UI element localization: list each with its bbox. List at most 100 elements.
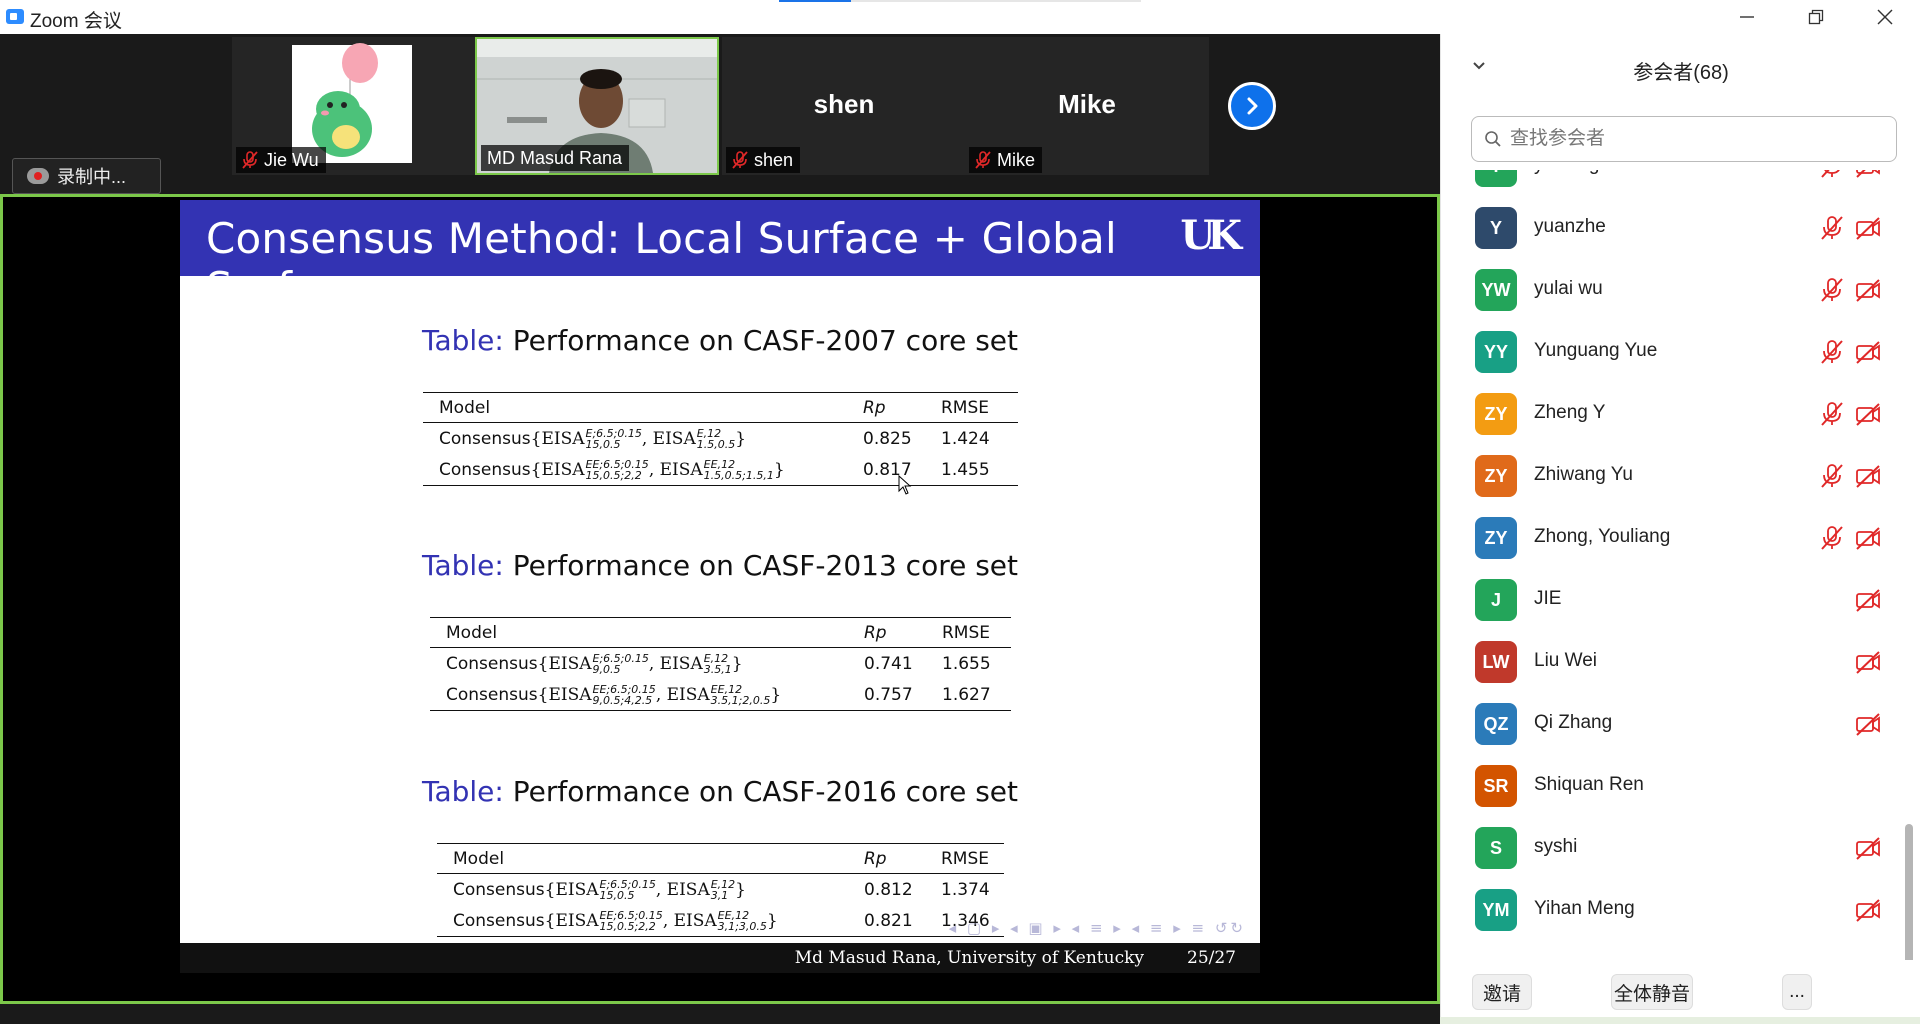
- participant-row[interactable]: J JIE: [1441, 568, 1911, 630]
- participant-name: JIE: [1534, 588, 1562, 609]
- video-tile[interactable]: Jie Wu: [232, 37, 476, 175]
- video-off-icon[interactable]: [1855, 215, 1881, 241]
- participant-search-box[interactable]: [1471, 116, 1897, 162]
- participant-name: Jie Wu: [264, 150, 319, 170]
- participant-row[interactable]: LW Liu Wei: [1441, 630, 1911, 692]
- more-options-button[interactable]: ...: [1782, 974, 1812, 1010]
- participant-name: Zhong, Youliang: [1534, 526, 1671, 547]
- participant-row[interactable]: ZY Zhong, Youliang: [1441, 506, 1911, 568]
- video-off-icon[interactable]: [1855, 835, 1881, 861]
- model-superscript: EE;6.5;0.15: [599, 908, 663, 922]
- loading-progress-bar: [779, 0, 1141, 2]
- video-off-icon[interactable]: [1855, 587, 1881, 613]
- table-caption-prefix: Table:: [421, 549, 504, 582]
- scrollbar-thumb[interactable]: [1905, 824, 1913, 969]
- header-model: Model: [453, 848, 505, 869]
- invite-button[interactable]: 邀请: [1472, 974, 1532, 1010]
- model-superscript: EE,12: [717, 908, 750, 922]
- participant-row[interactable]: Ssyshi: [1441, 816, 1911, 878]
- mic-muted-icon[interactable]: [1819, 277, 1845, 303]
- participant-row[interactable]: YY Yunguang Yue: [1441, 320, 1911, 382]
- participants-panel-header: 参会者(68): [1441, 34, 1920, 102]
- cloud-recording-icon: [27, 168, 49, 184]
- participant-row[interactable]: YW yulai wu: [1441, 258, 1911, 320]
- header-rp: Rp: [864, 622, 887, 643]
- video-off-icon[interactable]: [1855, 339, 1881, 365]
- mic-muted-icon[interactable]: [1819, 215, 1845, 241]
- model-superscript: E,12: [710, 877, 736, 891]
- mic-muted-icon: [732, 151, 748, 169]
- participant-search-input[interactable]: [1510, 128, 1880, 150]
- participant-row[interactable]: Yyuanzhe: [1441, 196, 1911, 258]
- avatar: LW: [1475, 641, 1517, 683]
- university-logo: UK: [1180, 212, 1242, 259]
- participant-name-label: Jie Wu: [236, 147, 326, 173]
- video-off-icon[interactable]: [1855, 897, 1881, 923]
- model-subscript: 3,1: [710, 888, 729, 902]
- table-header-row: Model Rp RMSE: [437, 844, 1004, 874]
- model-subscript: 15,0.5: [599, 888, 635, 902]
- rmse-value: 1.455: [941, 459, 990, 480]
- participant-row[interactable]: ZY Zhiwang Yu: [1441, 444, 1911, 506]
- video-off-icon[interactable]: [1855, 170, 1881, 179]
- video-off-icon[interactable]: [1855, 649, 1881, 675]
- next-page-button[interactable]: [1228, 82, 1276, 130]
- header-rmse: RMSE: [942, 622, 991, 643]
- model-superscript: EE;6.5;0.15: [585, 457, 649, 471]
- participants-scrollbar[interactable]: [1905, 184, 1915, 969]
- close-window-button[interactable]: [1850, 0, 1920, 34]
- model-name: Consensus: [439, 428, 531, 449]
- video-tile[interactable]: shen shen: [722, 37, 966, 175]
- chevron-right-icon: [1247, 97, 1258, 115]
- participant-row[interactable]: SR Shiquan Ren: [1441, 754, 1911, 816]
- participant-row[interactable]: YM Yihan Meng: [1441, 878, 1911, 940]
- beamer-navigation-symbols: ◂ ▢ ▸ ◂ ▣ ▸ ◂ ≡ ▸ ◂ ≡ ▸ ≡ ↺↻: [948, 919, 1246, 937]
- participant-name: yulai wu: [1534, 278, 1603, 299]
- table-row: Consensus{EISA E;6.5;0.15 15,0.5, EISA E,12…: [437, 874, 1004, 905]
- avatar: YW: [1475, 269, 1517, 311]
- model-superscript: EE,12: [703, 457, 736, 471]
- recording-indicator[interactable]: 录制中...: [12, 158, 161, 194]
- rp-value: 0.821: [864, 910, 913, 931]
- recording-label: 录制中...: [57, 167, 127, 187]
- participant-name: Yihan Meng: [1534, 898, 1635, 919]
- model-subscript: 3.5,1: [703, 662, 732, 676]
- header-model: Model: [439, 397, 491, 418]
- table-caption-text: Performance on CASF-2016 core set: [503, 775, 1019, 808]
- mic-muted-icon[interactable]: [1819, 401, 1845, 427]
- model-name: Consensus: [446, 684, 538, 705]
- mic-muted-icon[interactable]: [1819, 170, 1845, 179]
- participant-display-name: Mike: [1058, 89, 1116, 119]
- mic-muted-icon[interactable]: [1819, 525, 1845, 551]
- participant-row[interactable]: Yyisheng: [1441, 170, 1911, 196]
- avatar: Y: [1475, 207, 1517, 249]
- restore-button[interactable]: [1781, 0, 1851, 34]
- video-off-icon[interactable]: [1855, 277, 1881, 303]
- video-off-icon[interactable]: [1855, 463, 1881, 489]
- video-tile[interactable]: Mike Mike: [965, 37, 1209, 175]
- mic-muted-icon[interactable]: [1819, 463, 1845, 489]
- rmse-value: 1.374: [941, 879, 990, 900]
- participant-name: Zhiwang Yu: [1534, 464, 1633, 485]
- participant-name: Shiquan Ren: [1534, 774, 1644, 795]
- rmse-value: 1.424: [941, 428, 990, 449]
- participant-row[interactable]: QZ Qi Zhang: [1441, 692, 1911, 754]
- participant-name: Mike: [997, 150, 1036, 170]
- participant-name: MD Masud Rana: [487, 148, 623, 168]
- bottom-edge-strip: [1440, 1017, 1920, 1024]
- model-name: Consensus: [446, 653, 538, 674]
- video-tile-active-speaker[interactable]: MD Masud Rana: [475, 37, 719, 175]
- video-off-icon[interactable]: [1855, 525, 1881, 551]
- minimize-button[interactable]: [1712, 0, 1782, 34]
- video-off-icon[interactable]: [1855, 711, 1881, 737]
- mute-all-button[interactable]: 全体静音: [1611, 974, 1693, 1010]
- participant-row[interactable]: ZY Zheng Y: [1441, 382, 1911, 444]
- rp-value: 0.757: [864, 684, 913, 705]
- model-subscript: 1.5,0.5: [696, 437, 736, 451]
- header-model: Model: [446, 622, 498, 643]
- model-superscript: E;6.5;0.15: [592, 651, 649, 665]
- table-caption-prefix: Table:: [421, 775, 504, 808]
- mic-muted-icon[interactable]: [1819, 339, 1845, 365]
- video-off-icon[interactable]: [1855, 401, 1881, 427]
- table-row: Consensus{EISA EE;6.5;0.15 15,0.5;2,2, EIS…: [423, 454, 1018, 485]
